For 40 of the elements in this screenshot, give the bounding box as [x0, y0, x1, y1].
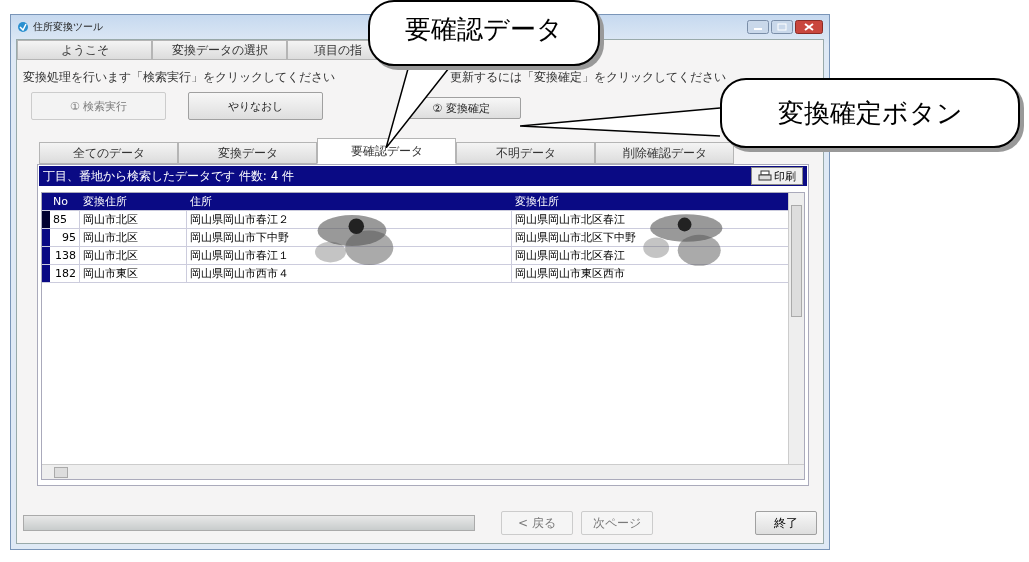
- table-cell: 岡山市北区: [80, 211, 187, 228]
- data-tab[interactable]: 変換データ: [178, 142, 317, 164]
- data-tab[interactable]: 要確認データ: [317, 138, 456, 164]
- horizontal-scrollbar[interactable]: [42, 464, 804, 479]
- row-selector[interactable]: [42, 211, 50, 228]
- nav-button[interactable]: 終了: [755, 511, 817, 535]
- row-selector[interactable]: [42, 247, 50, 264]
- table-cell: 138: [50, 247, 80, 264]
- maximize-button[interactable]: [771, 20, 793, 34]
- data-tab[interactable]: 削除確認データ: [595, 142, 734, 164]
- action-button[interactable]: やりなおし: [188, 92, 323, 120]
- column-header[interactable]: 住所: [187, 194, 512, 209]
- table-cell: 岡山市東区: [80, 265, 187, 282]
- result-summary: 丁目、番地から検索したデータです 件数: 4 件: [43, 167, 295, 185]
- vertical-scrollbar[interactable]: [788, 193, 804, 465]
- column-header[interactable]: 変換住所: [80, 194, 187, 209]
- table-cell: 岡山県岡山市西市４: [187, 265, 512, 282]
- table-cell: 岡山県岡山市春江１: [187, 247, 512, 264]
- table-cell: 岡山市北区: [80, 229, 187, 246]
- data-tab[interactable]: 全てのデータ: [39, 142, 178, 164]
- app-icon: [17, 21, 29, 33]
- instruction-text: 更新するには「変換確定」をクリックしてください: [450, 69, 726, 86]
- window-title: 住所変換ツール: [33, 20, 103, 34]
- column-header[interactable]: No: [50, 195, 80, 208]
- wizard-tab[interactable]: ようこそ: [17, 40, 152, 60]
- close-button[interactable]: [795, 20, 823, 34]
- print-button[interactable]: 印刷: [751, 167, 803, 185]
- minimize-button[interactable]: [747, 20, 769, 34]
- printer-icon: [758, 170, 772, 182]
- row-selector[interactable]: [42, 229, 50, 246]
- instruction-text: 変換処理を行います「検索実行」をクリックしてください: [23, 69, 335, 86]
- wizard-tab[interactable]: 変換データの選択: [152, 40, 287, 60]
- table-cell: 85: [50, 211, 80, 228]
- callout-text: 変換確定ボタン: [777, 96, 963, 130]
- table-cell: 95: [50, 229, 80, 246]
- table-cell: 岡山市北区: [80, 247, 187, 264]
- row-selector[interactable]: [42, 265, 50, 282]
- column-header[interactable]: 変換住所: [512, 194, 792, 209]
- table-cell: 182: [50, 265, 80, 282]
- data-tab[interactable]: 不明データ: [456, 142, 595, 164]
